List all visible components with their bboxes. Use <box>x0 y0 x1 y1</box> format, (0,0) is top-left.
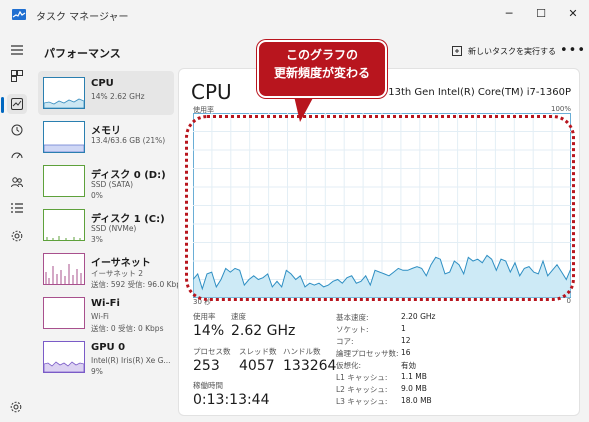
spec-label: 基本速度: <box>336 313 369 322</box>
details-icon[interactable] <box>7 198 27 218</box>
spec-label: コア: <box>336 337 354 346</box>
sidebar-item-wifi[interactable]: Wi-Fi Wi-Fi 送信: 0 受信: 0 Kbps <box>38 291 174 335</box>
item-name: ディスク 1 (C:) <box>91 214 165 225</box>
spec-value: 12 <box>401 336 411 345</box>
item-name: CPU <box>91 78 114 89</box>
spec-value: 16 <box>401 348 411 357</box>
handles-value: 133264 <box>283 358 337 374</box>
sidebar-item-ethernet[interactable]: イーサネット イーサネット 2 送信: 592 受信: 96.0 Kbps <box>38 247 185 291</box>
settings-gear-icon[interactable] <box>10 398 22 417</box>
speed-value: 2.62 GHz <box>231 323 296 339</box>
active-indicator <box>1 97 4 113</box>
hamburger-menu-icon[interactable] <box>7 40 27 60</box>
close-button[interactable]: ✕ <box>558 4 588 24</box>
item-detail-2: 送信: 0 受信: 0 Kbps <box>91 324 164 333</box>
item-name: ディスク 0 (D:) <box>91 170 166 181</box>
run-new-task-button[interactable]: 新しいタスクを実行する <box>452 41 556 61</box>
annotation-callout: このグラフの 更新頻度が変わる <box>257 40 387 98</box>
gpu-thumbnail <box>43 341 85 373</box>
item-detail-2: 0% <box>91 191 103 200</box>
users-icon[interactable] <box>7 172 27 192</box>
processes-label: プロセス数 <box>193 347 231 356</box>
performance-icon[interactable] <box>7 94 27 114</box>
ethernet-thumbnail <box>43 253 85 285</box>
app-history-icon[interactable] <box>7 120 27 140</box>
handles-label: ハンドル数 <box>283 347 321 356</box>
item-name: メモリ <box>91 126 121 137</box>
item-detail: イーサネット 2 <box>91 269 144 278</box>
cpu-model-name: 13th Gen Intel(R) Core(TM) i7-1360P <box>388 87 571 98</box>
item-name: GPU 0 <box>91 342 126 353</box>
spec-value: 2.20 GHz <box>401 312 436 321</box>
item-detail: Wi-Fi <box>91 312 109 321</box>
task-manager-app-icon <box>12 9 26 20</box>
memory-thumbnail <box>43 121 85 153</box>
spec-label: 論理プロセッサ数: <box>336 349 399 358</box>
speed-label: 速度 <box>231 312 246 321</box>
item-detail: 13.4/63.6 GB (21%) <box>91 136 166 145</box>
spec-value: 1 <box>401 324 406 333</box>
startup-apps-icon[interactable] <box>7 146 27 166</box>
wifi-thumbnail <box>43 297 85 329</box>
cpu-thumbnail <box>43 77 85 109</box>
item-name: Wi-Fi <box>91 298 120 309</box>
uptime-value: 0:13:13:44 <box>193 392 270 408</box>
run-new-task-label: 新しいタスクを実行する <box>468 46 556 56</box>
processes-icon[interactable] <box>7 66 27 86</box>
sidebar-item-disk-1[interactable]: ディスク 1 (C:) SSD (NVMe) 3% <box>38 203 174 247</box>
spec-value: 9.0 MB <box>401 384 427 393</box>
spec-label: 仮想化: <box>336 361 362 370</box>
item-detail-2: 送信: 592 受信: 96.0 Kbps <box>91 280 185 289</box>
spec-label: L1 キャッシュ: <box>336 373 388 382</box>
spec-label: L2 キャッシュ: <box>336 385 388 394</box>
window-title: タスク マネージャー <box>36 12 129 23</box>
usage-label: 使用率 <box>193 312 216 321</box>
threads-value: 4057 <box>239 358 275 374</box>
cpu-heading: CPU <box>191 80 232 104</box>
page-title: パフォーマンス <box>44 47 121 60</box>
title-bar: タスク マネージャー ─ ☐ ✕ <box>0 0 589 30</box>
graph-max-label: 100% <box>550 105 571 113</box>
item-detail-2: 9% <box>91 367 103 376</box>
item-detail: SSD (NVMe) <box>91 224 137 233</box>
item-name: イーサネット <box>91 258 151 269</box>
sidebar-item-gpu[interactable]: GPU 0 Intel(R) Iris(R) Xe G... 9% <box>38 335 174 379</box>
sidebar-item-cpu[interactable]: CPU 14% 2.62 GHz <box>38 71 174 115</box>
item-detail: SSD (SATA) <box>91 180 134 189</box>
annotation-highlight-frame <box>185 115 575 301</box>
annotation-line-1: このグラフの <box>285 48 358 62</box>
annotation-line-2: 更新頻度が変わる <box>273 66 370 80</box>
disk-1-thumbnail <box>43 209 85 241</box>
item-detail: Intel(R) Iris(R) Xe G... <box>91 356 171 365</box>
spec-label: L3 キャッシュ: <box>336 397 388 406</box>
run-task-icon <box>452 46 462 56</box>
navigation-rail <box>0 30 34 422</box>
disk-0-thumbnail <box>43 165 85 197</box>
spec-label: ソケット: <box>336 325 369 334</box>
uptime-label: 稼働時間 <box>193 381 223 390</box>
spec-value: 18.0 MB <box>401 396 432 405</box>
threads-label: スレッド数 <box>239 347 277 356</box>
spec-value: 有効 <box>401 361 416 370</box>
item-detail-2: 3% <box>91 235 103 244</box>
annotation-callout-tail <box>294 96 314 122</box>
minimize-button[interactable]: ─ <box>494 4 524 24</box>
sidebar-item-disk-0[interactable]: ディスク 0 (D:) SSD (SATA) 0% <box>38 159 174 203</box>
sidebar-item-memory[interactable]: メモリ 13.4/63.6 GB (21%) <box>38 115 174 159</box>
processes-value: 253 <box>193 358 220 374</box>
graph-zero-label: 0 <box>566 297 571 305</box>
more-options-button[interactable]: ••• <box>560 43 586 58</box>
item-detail: 14% 2.62 GHz <box>91 92 145 101</box>
task-manager-window: タスク マネージャー ─ ☐ ✕ パフォーマンス 新しいタスクを実行する •••… <box>0 0 589 422</box>
services-icon[interactable] <box>7 226 27 246</box>
spec-value: 1.1 MB <box>401 372 427 381</box>
maximize-button[interactable]: ☐ <box>526 4 556 24</box>
usage-value: 14% <box>193 323 225 339</box>
